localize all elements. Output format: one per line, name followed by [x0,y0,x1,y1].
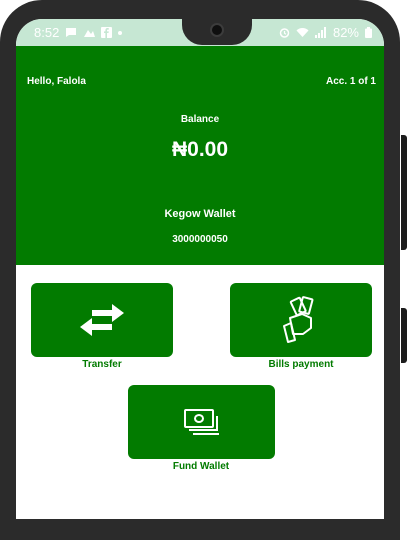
battery-percent: 82% [332,25,359,40]
wifi-icon [296,28,309,37]
more-notifications-dot [118,30,123,35]
fund-wallet-button[interactable] [128,385,275,459]
facebook-notification-icon [101,27,113,38]
cash-stack-icon [183,409,219,435]
power-button [401,308,407,363]
greeting-text: Hello, Falola [27,76,86,87]
alarm-icon [279,28,290,38]
hand-holding-cash-icon [283,296,314,343]
balance-label: Balance [180,114,220,125]
app-screen: 8:52 82% Hello, Falola Acc. 1 of 1 Balan… [16,19,384,519]
volume-button [401,135,407,250]
fund-wallet-label: Fund Wallet [172,461,230,472]
bills-payment-label: Bills payment [268,359,334,370]
battery-icon [365,27,372,38]
front-camera [210,23,224,37]
transfer-button[interactable] [31,283,173,357]
account-indicator[interactable]: Acc. 1 of 1 [326,76,376,87]
wallet-number: 3000000050 [172,234,228,245]
status-time: 8:52 [34,25,60,40]
bills-payment-button[interactable] [230,283,372,357]
account-header: Hello, Falola Acc. 1 of 1 Balance ₦0.00 … [16,46,384,265]
wallet-name: Kegow Wallet [164,208,236,220]
chat-notification-icon [66,28,77,37]
balance-amount: ₦0.00 [171,138,229,161]
transfer-arrows-icon [80,304,124,336]
camera-notch [182,19,252,45]
transfer-label: Transfer [82,359,122,370]
mountain-notification-icon [84,30,96,37]
signal-icon [314,27,326,38]
